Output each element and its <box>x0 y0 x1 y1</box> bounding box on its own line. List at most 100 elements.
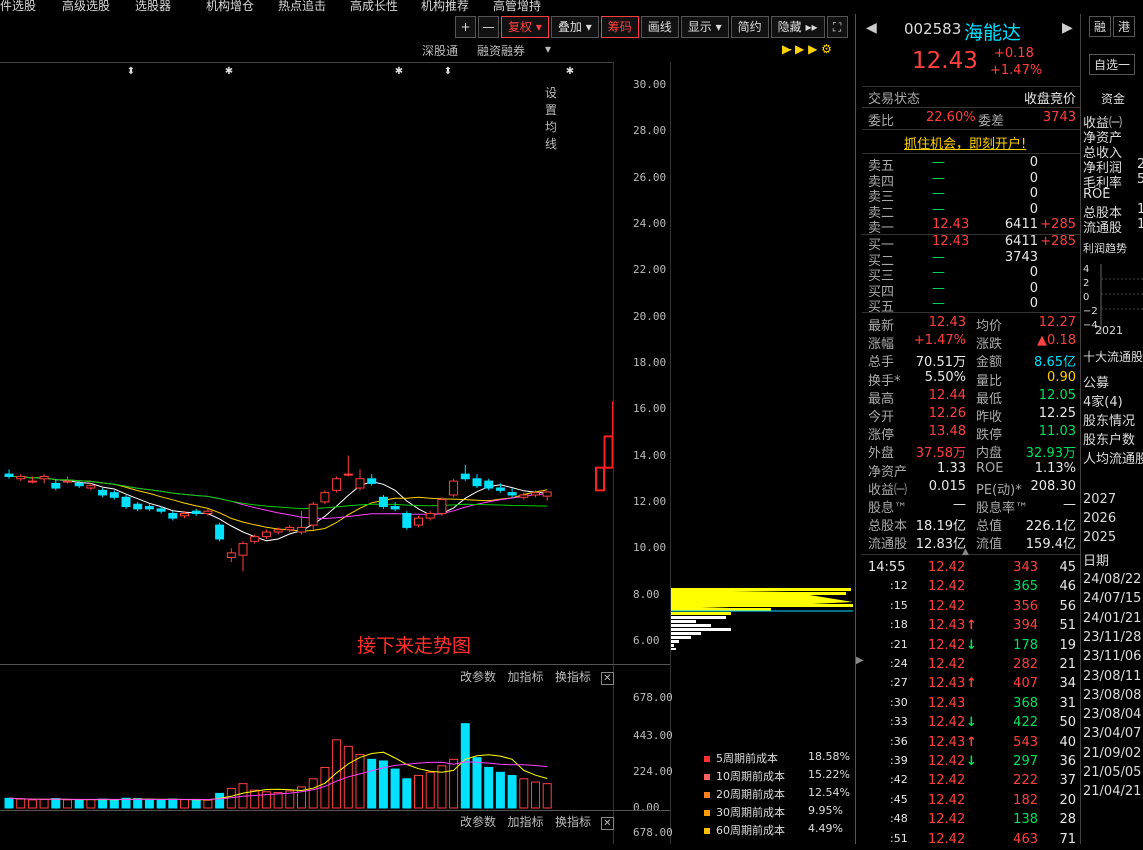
jianyue-button[interactable]: 简约 <box>730 16 769 38</box>
tick-row[interactable]: :42 12.42 222 37 <box>868 773 1076 791</box>
switch-indicator-button[interactable]: 换指标 <box>555 670 591 684</box>
top-menu-item[interactable]: 高管增持 <box>493 0 541 14</box>
huaxian-button[interactable]: 画线 <box>640 16 679 38</box>
date-item[interactable]: 24/07/15 <box>1083 591 1141 606</box>
btn-rong[interactable]: 融 <box>1089 16 1112 37</box>
btn-gang[interactable]: 港 <box>1113 16 1136 37</box>
tick-row[interactable]: :45 12.42 182 20 <box>868 793 1076 811</box>
switch-indicator-button-2[interactable]: 换指标 <box>555 815 591 829</box>
candle[interactable] <box>285 525 295 533</box>
candle[interactable] <box>297 511 306 535</box>
diejia-dropdown[interactable]: 叠加 ▾ <box>550 16 599 38</box>
candle[interactable] <box>449 478 459 498</box>
tick-row[interactable]: 14:55 12.42 343 45 <box>868 560 1076 578</box>
top-menu-item[interactable]: 热点追击 <box>278 0 326 14</box>
candle[interactable] <box>98 488 108 498</box>
top-menu-item[interactable]: 机构推荐 <box>421 0 469 14</box>
candle[interactable] <box>595 466 605 492</box>
date-item[interactable]: 23/08/08 <box>1083 688 1141 703</box>
candle[interactable] <box>472 474 482 489</box>
candle[interactable] <box>542 491 552 501</box>
tick-row[interactable]: :51 12.42 463 71 <box>868 832 1076 850</box>
tab-shengutong[interactable]: 深股通 <box>422 42 458 59</box>
tick-row[interactable]: :33 12.42 ↓ 422 50 <box>868 715 1076 733</box>
candle[interactable] <box>484 478 494 491</box>
tab-rongzi[interactable]: 融资融券 <box>477 42 525 59</box>
draw-tools-icon[interactable]: ▶̶ ▶ ▶ ⚙ <box>782 42 832 56</box>
tab-junxian[interactable]: 设置均线 ▾ <box>545 42 557 151</box>
expand-icon[interactable]: ▲ <box>962 547 969 557</box>
top-menu-item[interactable]: 机构增仓 <box>206 0 254 14</box>
add-indicator-button-2[interactable]: 加指标 <box>507 815 543 829</box>
top-menu-item[interactable]: 件选股 <box>0 0 36 14</box>
date-item[interactable]: 24/08/22 <box>1083 572 1141 587</box>
event-marker-icon[interactable]: ✱ <box>566 66 574 77</box>
candle[interactable] <box>121 494 131 509</box>
candle[interactable] <box>133 501 143 512</box>
holder-item[interactable]: 4家(4) <box>1083 391 1123 410</box>
event-marker-icon[interactable]: ✱ <box>395 66 403 77</box>
zoom-in-button[interactable]: + <box>455 16 476 38</box>
candle[interactable] <box>308 501 318 530</box>
candle[interactable] <box>109 490 119 500</box>
date-item[interactable]: 24/01/21 <box>1083 611 1141 626</box>
candle[interactable] <box>343 455 353 477</box>
candle[interactable] <box>226 548 236 563</box>
holder-item[interactable]: 公募 <box>1083 372 1109 391</box>
tick-row[interactable]: :21 12.42 ↓ 178 19 <box>868 638 1076 656</box>
close-icon[interactable]: ✕ <box>600 672 614 685</box>
tab-zijin[interactable]: 资金 <box>1101 90 1125 107</box>
chouma-button[interactable]: 筹码 <box>600 16 639 38</box>
candle[interactable] <box>320 490 330 505</box>
top-menu-item[interactable]: 高级选股 <box>62 0 110 14</box>
candle[interactable] <box>425 511 435 521</box>
fullscreen-icon[interactable]: ⛶ <box>826 16 848 38</box>
candle[interactable] <box>603 435 613 469</box>
next-stock-icon[interactable]: ▶ <box>1062 20 1073 36</box>
xianshi-dropdown[interactable]: 显示 ▾ <box>680 16 729 38</box>
candle[interactable] <box>437 497 447 516</box>
date-item[interactable]: 23/11/28 <box>1083 630 1141 645</box>
candle[interactable] <box>414 515 423 528</box>
date-item[interactable]: 21/04/21 <box>1083 784 1141 799</box>
candle[interactable] <box>460 464 470 482</box>
candle[interactable] <box>51 478 61 491</box>
event-marker-icon[interactable]: ⬍ <box>444 66 452 77</box>
tick-row[interactable]: :27 12.43 ↑ 407 34 <box>868 676 1076 694</box>
candle[interactable] <box>390 501 400 512</box>
open-account-banner[interactable]: 抓住机会，即刻开户! <box>904 133 1026 152</box>
date-item[interactable]: 23/08/11 <box>1083 669 1141 684</box>
add-indicator-button[interactable]: 加指标 <box>507 670 543 684</box>
holder-item[interactable]: 人均流通股 <box>1083 448 1143 467</box>
candle[interactable] <box>16 474 26 482</box>
candle[interactable] <box>168 511 178 521</box>
candle[interactable] <box>4 469 14 479</box>
date-item[interactable]: 21/05/05 <box>1083 765 1141 780</box>
tick-row[interactable]: :48 12.42 138 28 <box>868 812 1076 830</box>
holder-item[interactable]: 股东户数 <box>1083 429 1135 448</box>
param-button[interactable]: 改参数 <box>460 670 496 684</box>
candle[interactable] <box>332 476 342 493</box>
tick-row[interactable]: :39 12.42 ↓ 297 36 <box>868 754 1076 772</box>
date-item[interactable]: 23/08/04 <box>1083 707 1141 722</box>
top-menu-item[interactable]: 选股器 <box>135 0 171 14</box>
zoom-out-button[interactable]: — <box>478 16 499 38</box>
date-item[interactable]: 23/04/07 <box>1083 726 1141 741</box>
candle[interactable] <box>402 511 412 530</box>
tick-row[interactable]: :36 12.43 ↑ 543 40 <box>868 735 1076 753</box>
tick-row[interactable]: :18 12.43 ↑ 394 51 <box>868 618 1076 636</box>
candle[interactable] <box>144 504 154 512</box>
date-item[interactable]: 21/09/02 <box>1083 746 1141 761</box>
prev-stock-icon[interactable]: ◀ <box>866 20 877 36</box>
event-marker-icon[interactable]: ✱ <box>225 66 233 77</box>
tick-row[interactable]: :30 12.43 368 31 <box>868 696 1076 714</box>
candle[interactable] <box>378 494 388 509</box>
candle[interactable] <box>507 488 517 498</box>
tick-row[interactable]: :15 12.42 356 56 <box>868 599 1076 617</box>
close-icon-2[interactable]: ✕ <box>600 817 614 830</box>
tick-row[interactable]: :24 12.42 282 21 <box>868 657 1076 675</box>
zixuan-dropdown[interactable]: 自选一 <box>1089 54 1136 75</box>
candle[interactable] <box>355 469 365 491</box>
candle[interactable] <box>238 541 248 572</box>
date-item[interactable]: 23/11/06 <box>1083 649 1141 664</box>
